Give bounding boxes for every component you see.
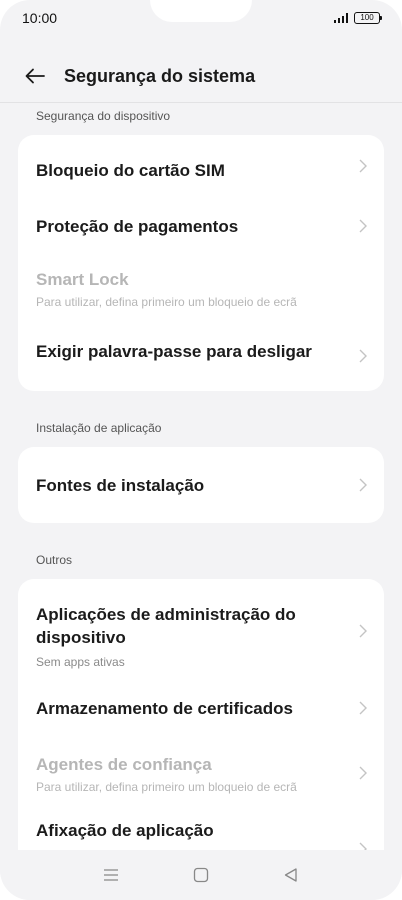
row-trust-agents: Agentes de confiança Para utilizar, defi… bbox=[18, 733, 384, 813]
row-title: Smart Lock bbox=[36, 269, 129, 289]
signal-icon bbox=[333, 13, 348, 23]
row-payment-protection[interactable]: Proteção de pagamentos bbox=[18, 197, 384, 255]
chevron-right-icon bbox=[359, 701, 367, 715]
row-title: Exigir palavra-passe para desligar bbox=[36, 341, 312, 361]
section-label-app-install: Instalação de aplicação bbox=[36, 421, 162, 435]
chevron-right-icon bbox=[359, 159, 367, 173]
phone-screen: 10:00 100 Segurança do sistema Segurança… bbox=[0, 0, 402, 900]
status-icons: 100 bbox=[333, 12, 382, 24]
row-require-password-shutdown[interactable]: Exigir palavra-passe para desligar bbox=[18, 321, 384, 391]
page-header: Segurança do sistema bbox=[0, 56, 402, 96]
chevron-right-icon bbox=[359, 349, 367, 363]
section-label-others: Outros bbox=[36, 553, 73, 567]
row-certificate-storage[interactable]: Armazenamento de certificados bbox=[18, 683, 384, 733]
chevron-right-icon bbox=[359, 766, 367, 780]
row-install-sources[interactable]: Fontes de instalação bbox=[18, 447, 384, 523]
battery-icon: 100 bbox=[354, 12, 382, 24]
chevron-right-icon bbox=[359, 842, 367, 850]
settings-list[interactable]: Segurança do dispositivo Bloqueio do car… bbox=[0, 103, 402, 850]
section-label-device-security: Segurança do dispositivo bbox=[36, 109, 171, 123]
row-title: Fontes de instalação bbox=[36, 475, 205, 495]
row-title: Agentes de confiança bbox=[36, 754, 212, 774]
row-title: Bloqueio do cartão SIM bbox=[36, 160, 225, 180]
chevron-right-icon bbox=[359, 478, 367, 492]
row-subtitle: Sem apps ativas bbox=[36, 655, 125, 669]
navigation-bar bbox=[0, 850, 402, 900]
chevron-right-icon bbox=[359, 624, 367, 638]
row-title: Armazenamento de certificados bbox=[36, 698, 293, 718]
row-subtitle: Para utilizar, defina primeiro um bloque… bbox=[36, 294, 297, 309]
page-title: Segurança do sistema bbox=[64, 65, 256, 86]
row-app-pinning[interactable]: Afixação de aplicação bbox=[18, 813, 384, 850]
menu-icon[interactable] bbox=[102, 866, 120, 884]
battery-level: 100 bbox=[360, 13, 374, 22]
row-title: Aplicações de administração do dispositi… bbox=[36, 605, 296, 647]
card-others: Aplicações de administração do dispositi… bbox=[18, 579, 384, 850]
home-square-icon[interactable] bbox=[192, 866, 210, 884]
chevron-right-icon bbox=[359, 219, 367, 233]
row-title: Proteção de pagamentos bbox=[36, 216, 239, 236]
status-bar: 10:00 100 bbox=[0, 0, 402, 36]
back-triangle-icon[interactable] bbox=[282, 866, 300, 884]
card-device-security: Bloqueio do cartão SIM Proteção de pagam… bbox=[18, 135, 384, 391]
row-smart-lock: Smart Lock Para utilizar, defina primeir… bbox=[18, 255, 384, 321]
row-subtitle: Para utilizar, defina primeiro um bloque… bbox=[36, 779, 297, 794]
status-time: 10:00 bbox=[22, 10, 58, 26]
row-title: Afixação de aplicação bbox=[36, 821, 214, 840]
row-sim-lock[interactable]: Bloqueio do cartão SIM bbox=[18, 135, 384, 197]
card-app-install: Fontes de instalação bbox=[18, 447, 384, 523]
arrow-left-icon[interactable] bbox=[24, 65, 46, 87]
row-device-admin-apps[interactable]: Aplicações de administração do dispositi… bbox=[18, 579, 384, 683]
